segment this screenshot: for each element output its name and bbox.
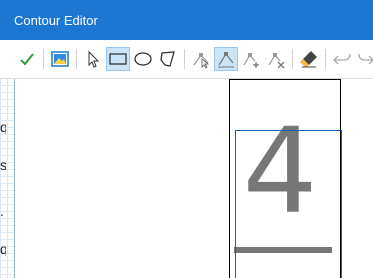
accept-icon: [20, 53, 34, 66]
add-node-icon: [243, 53, 259, 68]
toolbar-separator: [292, 49, 293, 69]
background-char: s: [0, 158, 6, 172]
node-move-icon: [218, 52, 234, 68]
redo-icon: [358, 53, 373, 65]
contour-selection-rectangle[interactable]: [235, 130, 342, 278]
background-char: q: [0, 120, 6, 134]
rectangle-tool-button[interactable]: [106, 47, 130, 71]
background-char: q: [0, 242, 6, 256]
load-image-button[interactable]: [48, 47, 72, 71]
polygon-tool-icon: [160, 51, 175, 67]
select-pointer-icon: [88, 50, 100, 68]
redo-button[interactable]: [355, 47, 373, 71]
image-icon: [51, 51, 69, 67]
title-bar[interactable]: Contour Editor: [0, 0, 373, 40]
contour-editor-window: q s . q Contour Editor 4: [0, 0, 373, 278]
ellipse-tool-button[interactable]: [131, 47, 155, 71]
delete-node-icon: [268, 53, 285, 69]
undo-button[interactable]: [330, 47, 354, 71]
eraser-icon: [300, 51, 317, 68]
polygon-tool-button[interactable]: [156, 47, 180, 71]
toolbar: [0, 40, 373, 79]
select-tool-button[interactable]: [81, 47, 105, 71]
node-edit-icon: [193, 53, 210, 69]
add-node-button[interactable]: [239, 47, 263, 71]
background-document-strip: q s . q: [0, 78, 15, 278]
ellipse-tool-icon: [134, 52, 152, 66]
node-move-button[interactable]: [214, 47, 238, 71]
rectangle-tool-icon: [109, 53, 127, 65]
toolbar-separator: [184, 49, 185, 69]
toolbar-separator: [76, 49, 77, 69]
toolbar-separator: [325, 49, 326, 69]
background-char: .: [0, 204, 4, 218]
toolbar-separator: [43, 49, 44, 69]
node-edit-button[interactable]: [189, 47, 213, 71]
undo-icon: [333, 53, 351, 65]
delete-node-button[interactable]: [264, 47, 288, 71]
window-title: Contour Editor: [14, 13, 98, 28]
eraser-button[interactable]: [297, 47, 321, 71]
accept-button[interactable]: [15, 47, 39, 71]
